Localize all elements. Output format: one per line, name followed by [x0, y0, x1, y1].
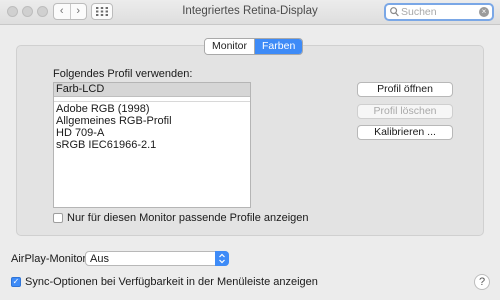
chevron-right-icon: ›: [76, 5, 81, 17]
show-all-button[interactable]: [91, 3, 113, 20]
open-profile-button[interactable]: Profil öffnen: [357, 82, 453, 97]
search-icon: [390, 7, 399, 17]
forward-button[interactable]: ›: [69, 4, 87, 19]
profile-item[interactable]: Adobe RGB (1998): [54, 103, 250, 115]
tab-bar: Monitor Farben: [204, 38, 304, 55]
chevron-left-icon: ‹: [59, 5, 64, 17]
profile-list[interactable]: Farb-LCD Adobe RGB (1998) Allgemeines RG…: [53, 82, 251, 208]
close-window-button[interactable]: [7, 6, 18, 17]
profile-item[interactable]: sRGB IEC61966-2.1: [54, 139, 250, 151]
search-field[interactable]: ×: [384, 3, 494, 21]
profile-item[interactable]: Allgemeines RGB-Profil: [54, 115, 250, 127]
window-title: Integriertes Retina-Display: [182, 5, 318, 17]
calibrate-button[interactable]: Kalibrieren ...: [357, 125, 453, 140]
filter-profiles-checkbox[interactable]: [53, 213, 63, 223]
airplay-select[interactable]: Aus: [85, 251, 229, 266]
grid-icon: [96, 7, 108, 16]
sync-options-checkbox[interactable]: ✓: [11, 277, 21, 287]
delete-profile-button[interactable]: Profil löschen: [357, 104, 453, 119]
clear-search-icon[interactable]: ×: [479, 7, 489, 17]
zoom-window-button[interactable]: [37, 6, 48, 17]
tab-monitor[interactable]: Monitor: [205, 39, 255, 54]
minimize-window-button[interactable]: [22, 6, 33, 17]
airplay-label: AirPlay-Monitor:: [11, 253, 90, 265]
sync-options-label: Sync-Optionen bei Verfügbarkeit in der M…: [25, 276, 318, 288]
updown-arrows-icon: [215, 251, 229, 266]
profile-item[interactable]: HD 709-A: [54, 127, 250, 139]
tab-farben[interactable]: Farben: [254, 39, 303, 54]
airplay-value: Aus: [90, 253, 109, 265]
profile-current-item[interactable]: Farb-LCD: [54, 83, 250, 97]
filter-profiles-label: Nur für diesen Monitor passende Profile …: [67, 212, 309, 224]
back-forward-control: ‹ ›: [53, 3, 87, 20]
help-button[interactable]: ?: [474, 274, 490, 290]
title-bar: ‹ › Integriertes Retina-Display ×: [0, 0, 500, 25]
back-button[interactable]: ‹: [54, 4, 70, 19]
profile-list-label: Folgendes Profil verwenden:: [53, 68, 193, 80]
search-input[interactable]: [401, 5, 471, 19]
checkmark-icon: ✓: [12, 277, 20, 286]
